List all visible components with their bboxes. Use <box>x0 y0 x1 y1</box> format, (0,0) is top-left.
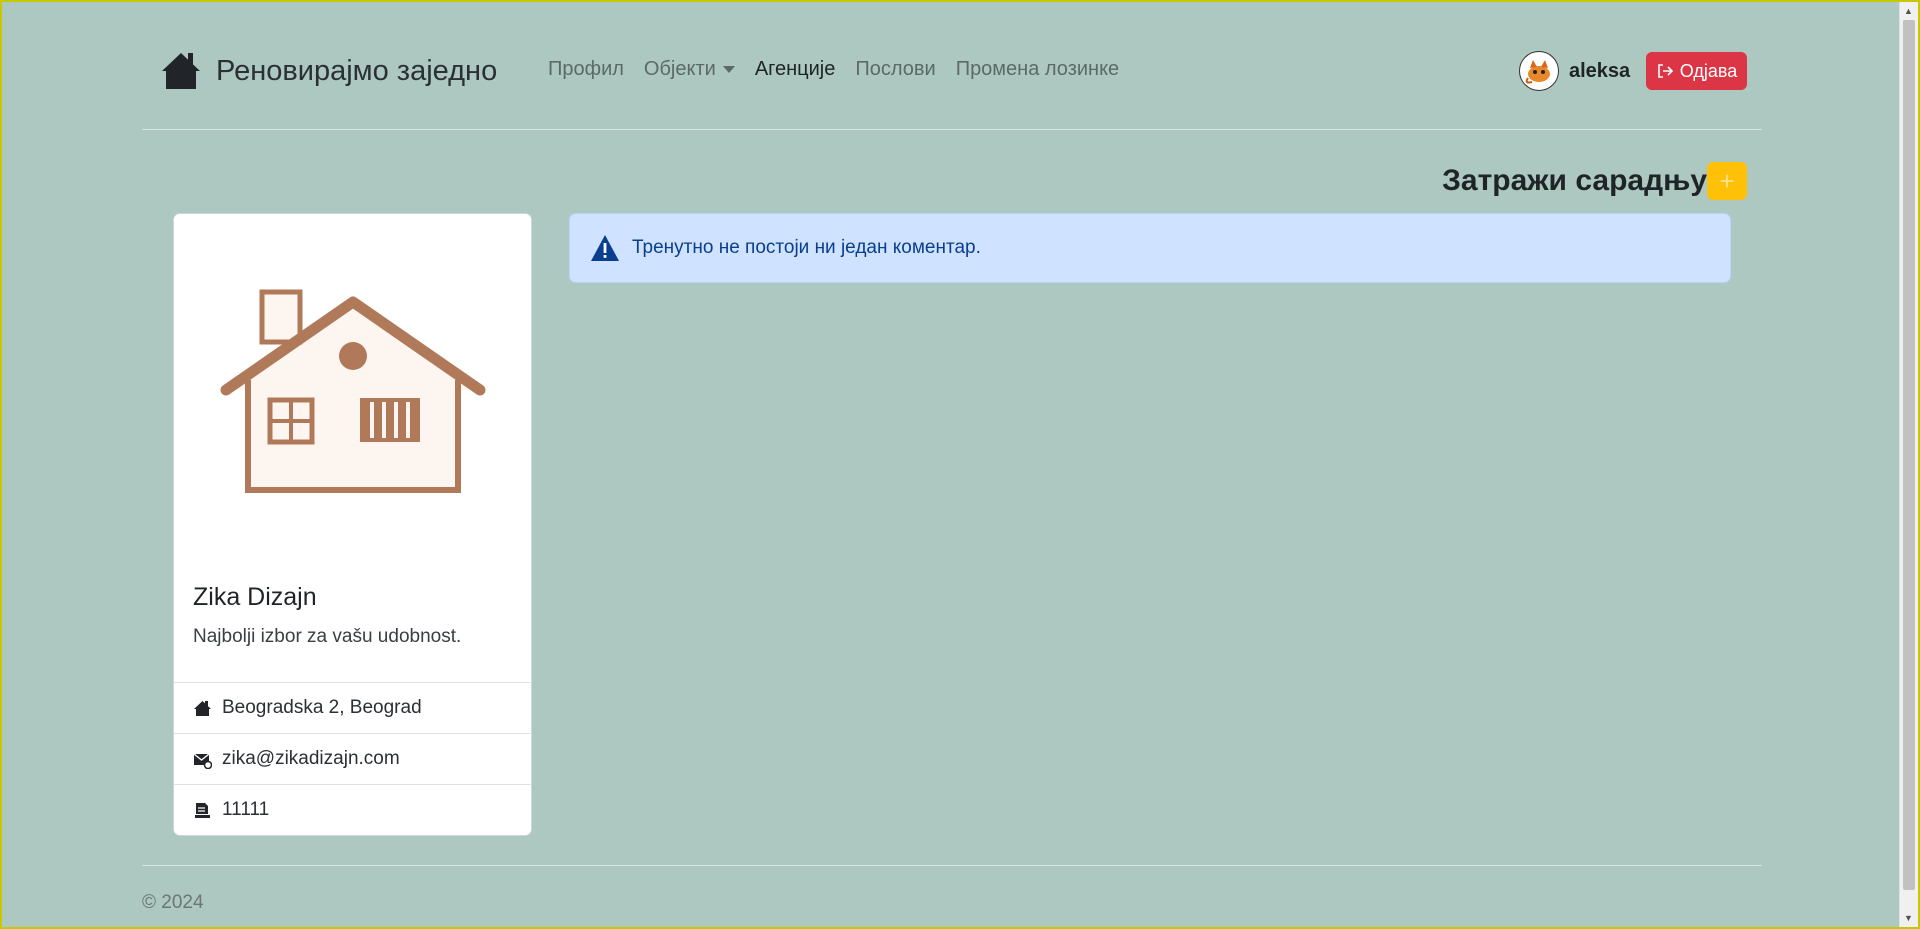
header-divider <box>142 129 1762 130</box>
logout-icon <box>1657 64 1673 78</box>
agency-address: Beogradska 2, Beograd <box>222 697 422 718</box>
nav-profile[interactable]: Профил <box>538 58 634 81</box>
agency-address-item: Beogradska 2, Beograd <box>174 682 531 733</box>
warning-icon <box>591 235 619 261</box>
brand-title: Реновирајмо заједно <box>216 54 498 87</box>
agency-image <box>174 214 531 569</box>
fox-avatar-icon <box>1525 60 1550 84</box>
main-nav: Профил Објекти Агенције Послови Промена … <box>538 58 1129 81</box>
nav-jobs[interactable]: Послови <box>845 58 945 81</box>
chevron-down-icon <box>722 66 735 73</box>
agency-card: Zika Dizajn Najbolji izbor za vašu udobn… <box>173 213 532 836</box>
logout-button[interactable]: Одјава <box>1646 52 1747 90</box>
request-collaboration: Затражи сарадњу + <box>1442 162 1747 200</box>
house-illustration-icon <box>220 289 485 493</box>
footer-divider <box>142 865 1762 866</box>
brand[interactable]: Реновирајмо заједно <box>160 50 497 92</box>
alert-text: Тренутно не постоји ни један коментар. <box>632 237 981 258</box>
nav-objects-label: Објекти <box>643 58 716 80</box>
footer-copyright: © 2024 <box>142 892 204 913</box>
scroll-up-icon[interactable]: ▲ <box>1904 6 1913 16</box>
scroll-down-icon[interactable]: ▼ <box>1904 913 1913 923</box>
agency-phone: 11111 <box>222 799 270 820</box>
nav-agencies[interactable]: Агенције <box>745 58 846 81</box>
agency-details-list: Beogradska 2, Beograd zika@zikadizajn.co… <box>174 682 531 835</box>
nav-change-password[interactable]: Промена лозинке <box>946 58 1130 81</box>
house-icon <box>194 700 211 716</box>
nav-objects[interactable]: Објекти <box>634 58 745 81</box>
username: aleksa <box>1569 59 1631 82</box>
agency-email-item: zika@zikadizajn.com <box>174 733 531 784</box>
agency-phone-item: 11111 <box>174 784 531 835</box>
agency-name: Zika Dizajn <box>193 583 317 611</box>
add-collaboration-button[interactable]: + <box>1707 162 1747 200</box>
agency-email: zika@zikadizajn.com <box>222 748 400 769</box>
agency-description: Najbolji izbor za vašu udobnost. <box>193 626 462 647</box>
envelope-icon <box>193 752 212 769</box>
request-collaboration-title: Затражи сарадњу <box>1442 164 1707 197</box>
page: Реновирајмо заједно Профил Објекти Агенц… <box>2 2 1900 927</box>
user-profile[interactable]: aleksa <box>1519 51 1630 91</box>
scroll-thumb[interactable] <box>1903 20 1915 890</box>
agency-card-body: Zika Dizajn Najbolji izbor za vašu udobn… <box>174 583 531 648</box>
vertical-scrollbar[interactable]: ▲ ▼ <box>1899 2 1918 927</box>
house-icon <box>162 53 200 89</box>
phone-icon <box>195 802 210 818</box>
logout-label: Одјава <box>1679 60 1738 81</box>
avatar <box>1519 51 1559 91</box>
no-comments-alert: Тренутно не постоји ни један коментар. <box>569 213 1731 283</box>
